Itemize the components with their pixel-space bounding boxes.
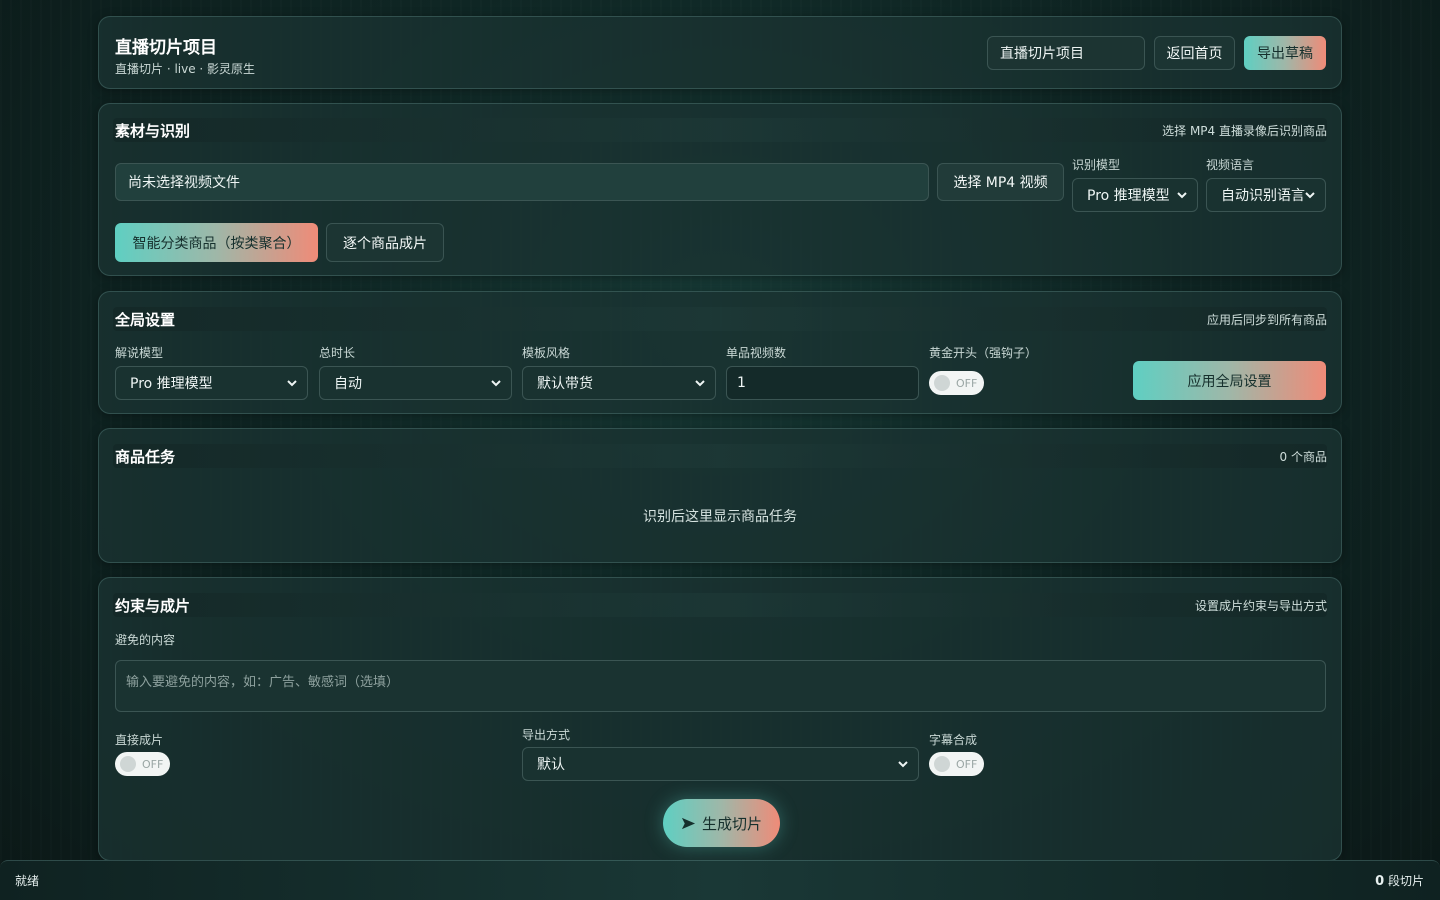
generate-clips-button[interactable]: 生成切片 [663, 799, 780, 847]
tasks-count: 0 个商品 [1279, 449, 1327, 464]
output-card-title: 约束与成片 [115, 596, 191, 615]
recognition-model-select[interactable]: Pro 推理模型 [1072, 178, 1198, 212]
subtitle-merge-label: 字幕合成 [929, 733, 978, 747]
recognition-model-value: Pro 推理模型 [1087, 188, 1170, 204]
chevron-down-icon [1177, 192, 1187, 199]
global-card-hint: 应用后同步到所有商品 [1206, 312, 1327, 327]
export-method-label: 导出方式 [522, 728, 571, 742]
duration-label: 总时长 [319, 346, 356, 360]
toggle-knob [934, 756, 950, 772]
output-card-header: 约束与成片 设置成片约束与导出方式 [113, 593, 1327, 617]
toggle-knob [934, 375, 950, 391]
global-card-header: 全局设置 应用后同步到所有商品 [113, 307, 1327, 331]
smart-classify-button[interactable]: 智能分类商品（按类聚合） [115, 223, 318, 262]
export-method-value: 默认 [537, 757, 565, 773]
home-button[interactable]: 返回首页 [1154, 36, 1235, 70]
output-card-hint: 设置成片约束与导出方式 [1194, 598, 1327, 613]
apply-global-button[interactable]: 应用全局设置 [1133, 361, 1326, 400]
narration-model-value: Pro 推理模型 [130, 376, 213, 392]
tasks-card-title: 商品任务 [115, 447, 176, 466]
video-count-input[interactable]: 1 [726, 366, 919, 400]
product-tasks-card: 商品任务 0 个商品 识别后这里显示商品任务 [98, 428, 1342, 563]
direct-output-toggle[interactable]: OFF [115, 752, 170, 776]
duration-select[interactable]: 自动 [319, 366, 512, 400]
choose-mp4-button[interactable]: 选择 MP4 视频 [937, 163, 1064, 201]
output-card: 约束与成片 设置成片约束与导出方式 避免的内容 输入要避免的内容，如：广告、敏感… [98, 577, 1342, 861]
golden-hook-label: 黄金开头（强钩子） [929, 346, 1038, 360]
export-method-select[interactable]: 默认 [522, 747, 919, 781]
chevron-down-icon [1305, 192, 1315, 199]
status-bar: 就绪 0 段切片 [0, 860, 1440, 900]
video-language-select[interactable]: 自动识别语言 [1206, 178, 1326, 212]
material-card-title: 素材与识别 [115, 121, 191, 140]
template-select[interactable]: 默认带货 [522, 366, 716, 400]
golden-hook-toggle[interactable]: OFF [929, 371, 984, 395]
clip-count-number: 0 [1375, 874, 1385, 889]
file-path-field[interactable]: 尚未选择视频文件 [115, 163, 929, 201]
global-card-title: 全局设置 [115, 310, 176, 329]
project-name-input[interactable]: 直播切片项目 [987, 36, 1145, 70]
export-draft-button[interactable]: 导出草稿 [1244, 36, 1326, 70]
video-count-label: 单品视频数 [726, 346, 787, 360]
avoid-content-textarea[interactable]: 输入要避免的内容，如：广告、敏感词（选填） [115, 660, 1326, 712]
material-card: 素材与识别 选择 MP4 直播录像后识别商品 尚未选择视频文件 选择 MP4 视… [98, 103, 1342, 276]
narration-model-label: 解说模型 [115, 346, 164, 360]
clip-count: 0 段切片 [1375, 872, 1424, 889]
subtitle-merge-toggle[interactable]: OFF [929, 752, 984, 776]
chevron-down-icon [287, 380, 297, 387]
send-icon [681, 817, 696, 829]
narration-model-select[interactable]: Pro 推理模型 [115, 366, 308, 400]
duration-value: 自动 [334, 376, 362, 392]
template-value: 默认带货 [537, 376, 593, 392]
video-language-value: 自动识别语言 [1221, 188, 1305, 204]
toggle-state: OFF [956, 757, 978, 771]
global-settings-card: 全局设置 应用后同步到所有商品 解说模型 Pro 推理模型 总时长 自动 模板风… [98, 291, 1342, 414]
chevron-down-icon [898, 761, 908, 768]
model-label: 识别模型 [1072, 158, 1121, 172]
language-label: 视频语言 [1206, 158, 1255, 172]
material-card-header: 素材与识别 选择 MP4 直播录像后识别商品 [113, 118, 1327, 142]
material-card-hint: 选择 MP4 直播录像后识别商品 [1162, 123, 1327, 138]
single-product-button[interactable]: 逐个商品成片 [326, 223, 444, 262]
toggle-state: OFF [142, 757, 164, 771]
tasks-empty-message: 识别后这里显示商品任务 [643, 509, 797, 525]
header-card: 直播切片项目 直播切片 · live · 影灵原生 直播切片项目 返回首页 导出… [98, 16, 1342, 89]
toggle-state: OFF [956, 376, 978, 390]
page-title: 直播切片项目 [115, 38, 217, 58]
direct-output-label: 直接成片 [115, 733, 164, 747]
avoid-content-label: 避免的内容 [115, 633, 176, 647]
clip-count-unit: 段切片 [1387, 874, 1424, 888]
generate-clips-label: 生成切片 [701, 814, 762, 833]
tasks-card-header: 商品任务 0 个商品 [113, 444, 1327, 468]
template-label: 模板风格 [522, 346, 571, 360]
chevron-down-icon [491, 380, 501, 387]
status-text: 就绪 [15, 874, 40, 888]
page-subtitle: 直播切片 · live · 影灵原生 [115, 62, 256, 76]
toggle-knob [120, 756, 136, 772]
chevron-down-icon [695, 380, 705, 387]
